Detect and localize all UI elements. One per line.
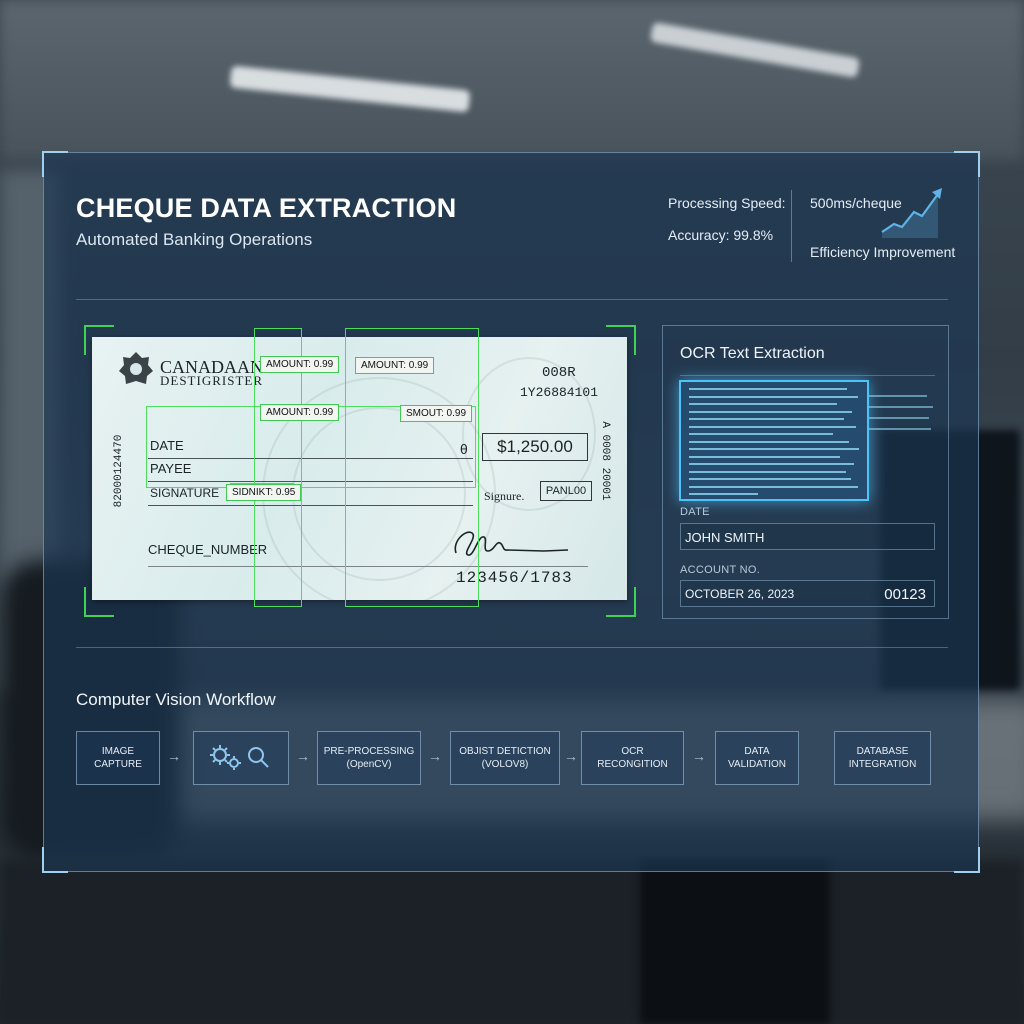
signature-label: SIGNATURE: [150, 486, 220, 500]
arrow-icon: →: [428, 748, 442, 764]
account-field: OCTOBER 26, 2023 00123: [680, 580, 935, 607]
ocr-date-label: DATE: [680, 506, 710, 518]
trend-up-icon: [881, 188, 942, 238]
step-image-capture[interactable]: IMAGE CAPTURE: [76, 731, 160, 785]
signature-text: Signure.: [484, 489, 525, 503]
workflow-title: Computer Vision Workflow: [76, 690, 276, 709]
name-value: JOHN SMITH: [685, 530, 765, 545]
crest-icon: [119, 352, 153, 384]
step-processing-icons[interactable]: [193, 731, 289, 785]
detection-tag: SMOUT: 0.99: [400, 405, 473, 422]
section-divider: [76, 647, 948, 648]
page-title: CHEQUE DATA EXTRACTION: [76, 193, 457, 223]
right-vertical-number: A 0008 20001: [599, 421, 611, 501]
bank-subname: DESTIGRISTER: [160, 373, 263, 388]
ocr-title: OCR Text Extraction: [680, 345, 825, 362]
detection-tag: AMOUNT: 0.99: [260, 356, 340, 373]
step-ocr-recognition[interactable]: OCR RECONGITION: [581, 731, 684, 785]
name-field: JOHN SMITH: [680, 523, 935, 550]
step-object-detection[interactable]: OBJIST DETICTION (VOLOV8): [450, 731, 560, 785]
processing-speed-label: Processing Speed:: [668, 195, 786, 211]
amount-box: $1,250.00: [482, 433, 588, 461]
scan-corner: [84, 587, 114, 617]
accuracy-stat: Accuracy: 99.8%: [668, 227, 774, 243]
efficiency-label: Efficiency Improvement: [810, 244, 956, 260]
date-value: OCTOBER 26, 2023: [685, 587, 795, 601]
scan-corner: [606, 325, 636, 355]
account-value: 00123: [884, 586, 926, 603]
ocr-text-preview: [679, 380, 869, 501]
detection-tag: AMOUNT: 0.99: [260, 404, 340, 421]
arrow-icon: →: [167, 748, 181, 764]
arrow-icon: →: [564, 748, 578, 764]
arrow-icon: →: [692, 748, 706, 764]
left-vertical-number: 82000124470: [113, 434, 125, 508]
panl-box: PANL00: [540, 481, 592, 501]
cheque-top-number: 1Y26884101: [520, 385, 599, 400]
detection-tag: SIDNIKT: 0.95: [226, 484, 302, 501]
scan-corner: [606, 587, 636, 617]
step-database-integration[interactable]: DATABASE INTEGRATION: [834, 731, 931, 785]
metrics-divider: [791, 190, 792, 262]
cheque-number-label: CHEQUE_NUMBER: [148, 542, 268, 557]
ocr-text-overflow: [869, 395, 933, 430]
account-label: ACCOUNT NO.: [680, 564, 761, 576]
cheque-code: 008R: [542, 365, 576, 381]
arrow-icon: →: [296, 748, 310, 764]
page-subtitle: Automated Banking Operations: [76, 230, 313, 249]
scan-corner: [84, 325, 114, 355]
step-pre-processing[interactable]: PRE-PROCESSING (OpenCV): [317, 731, 421, 785]
header-divider: [76, 299, 948, 300]
gears-search-icon: [210, 745, 269, 770]
detection-tag: AMOUNT: 0.99: [355, 357, 435, 374]
step-data-validation[interactable]: DATA VALIDATION: [715, 731, 799, 785]
